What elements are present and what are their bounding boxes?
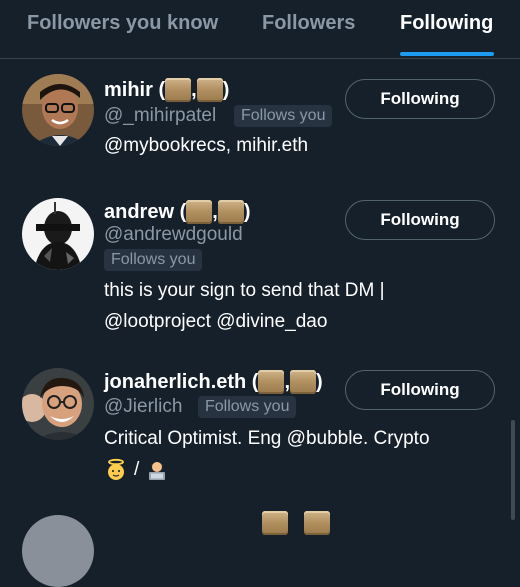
bio-line: this is your sign to send that DM | — [104, 280, 385, 301]
user-cell-partial[interactable] — [0, 505, 520, 587]
display-name[interactable]: mihir ( , ) — [104, 78, 229, 102]
scroll-emoji-icon — [290, 370, 317, 394]
avatar-image — [22, 515, 94, 587]
scroll-emoji-icon — [262, 511, 288, 535]
bio-line: Critical Optimist. Eng @bubble. Crypto — [104, 428, 430, 449]
handle: @_mihirpatel — [104, 105, 217, 126]
scroll-emoji-icon — [165, 78, 192, 102]
avatar[interactable] — [22, 74, 94, 146]
active-tab-indicator — [400, 52, 494, 56]
following-button[interactable]: Following — [345, 200, 495, 240]
handle: @andrewdgould — [104, 224, 243, 245]
scroll-emoji-icon — [258, 370, 285, 394]
avatar[interactable] — [22, 198, 94, 270]
bio-separator: / — [134, 459, 140, 480]
display-name-text: andrew ( — [104, 200, 187, 223]
display-name-end: ) — [243, 200, 251, 223]
display-name-end: ) — [222, 78, 230, 101]
avatar-image — [22, 74, 94, 146]
tab-followers-you-know[interactable]: Followers you know — [27, 12, 218, 35]
display-name-separator: , — [212, 200, 218, 223]
scroll-emoji-icon — [217, 200, 244, 224]
display-name-text: jonaherlich.eth ( — [104, 370, 259, 393]
bio: Critical Optimist. Eng @bubble. Crypto / — [104, 423, 504, 485]
user-cell[interactable]: mihir ( , ) @_mihirpatel Follows you @my… — [0, 58, 520, 178]
baby-angel-icon — [108, 458, 124, 480]
bio-line: / — [104, 454, 504, 485]
display-name-separator: , — [191, 78, 197, 101]
display-name[interactable]: andrew ( , ) — [104, 200, 250, 224]
scroll-emoji-icon — [304, 511, 330, 535]
bio-line: @lootproject @divine_dao — [104, 311, 328, 332]
following-button[interactable]: Following — [345, 79, 495, 119]
tab-following[interactable]: Following — [400, 12, 493, 35]
display-name-text: mihir ( — [104, 78, 166, 101]
follows-you-badge: Follows you — [104, 249, 203, 271]
scroll-emoji-icon — [186, 200, 213, 224]
tab-followers[interactable]: Followers — [262, 12, 355, 35]
avatar[interactable] — [22, 515, 94, 587]
bio: @mybookrecs, mihir.eth — [104, 135, 309, 156]
user-cell[interactable]: jonaherlich.eth ( , ) @Jierlich Follows … — [0, 348, 520, 488]
technologist-icon — [149, 461, 166, 480]
avatar-image — [22, 368, 94, 440]
tab-bar: Followers you know Followers Following — [0, 0, 520, 59]
handle: @Jierlich — [104, 396, 183, 417]
bio: this is your sign to send that DM | @loo… — [104, 275, 504, 337]
avatar-image — [22, 198, 94, 270]
scrollbar[interactable] — [511, 420, 515, 520]
display-name[interactable]: jonaherlich.eth ( , ) — [104, 370, 323, 394]
avatar[interactable] — [22, 368, 94, 440]
follows-you-badge: Follows you — [234, 105, 333, 127]
scroll-emoji-icon — [196, 78, 223, 102]
following-button[interactable]: Following — [345, 370, 495, 410]
user-cell[interactable]: andrew ( , ) @andrewdgould Follows you t… — [0, 178, 520, 348]
display-name-end: ) — [316, 370, 323, 393]
follows-you-badge: Follows you — [198, 396, 297, 418]
